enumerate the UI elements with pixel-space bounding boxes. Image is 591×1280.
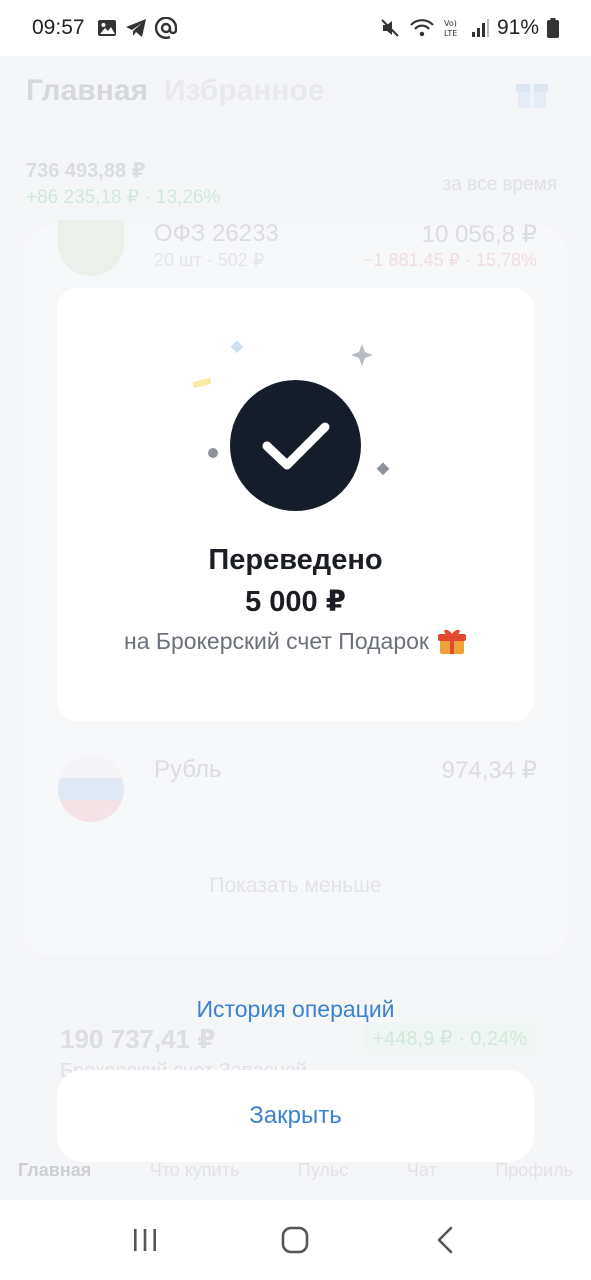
at-icon (154, 17, 177, 39)
battery-percent: 91% (496, 16, 539, 39)
status-bar: 09:57 Vo) LTE 91% (0, 0, 591, 56)
wifi-icon (410, 19, 434, 37)
success-card: Переведено 5 000 ₽ на Брокерский счет По… (57, 288, 534, 721)
success-amount: 5 000 ₽ (245, 586, 346, 618)
svg-text:LTE: LTE (444, 29, 457, 38)
back-icon[interactable] (431, 1225, 461, 1255)
recent-apps-icon[interactable] (130, 1225, 160, 1255)
success-title: Переведено (208, 544, 383, 576)
volte-icon: Vo)LTE (444, 19, 457, 38)
checkmark-icon (262, 422, 329, 469)
telegram-icon (125, 19, 146, 37)
success-check-circle (230, 380, 361, 511)
mute-icon (381, 19, 399, 37)
svg-text:Vo): Vo) (444, 19, 457, 28)
android-nav-bar (0, 1200, 591, 1280)
success-subtitle-text: на Брокерский счет Подарок (124, 627, 429, 654)
battery-icon (547, 18, 559, 38)
gift-icon (437, 629, 466, 654)
close-button[interactable]: Закрыть (57, 1070, 534, 1162)
gallery-icon (97, 20, 116, 36)
status-time: 09:57 (32, 16, 85, 39)
success-subtitle: на Брокерский счет Подарок (57, 626, 534, 656)
close-button-label: Закрыть (249, 1102, 342, 1129)
operations-history-link[interactable]: История операций (0, 996, 591, 1023)
home-icon[interactable] (280, 1225, 310, 1255)
signal-icon (471, 19, 489, 37)
